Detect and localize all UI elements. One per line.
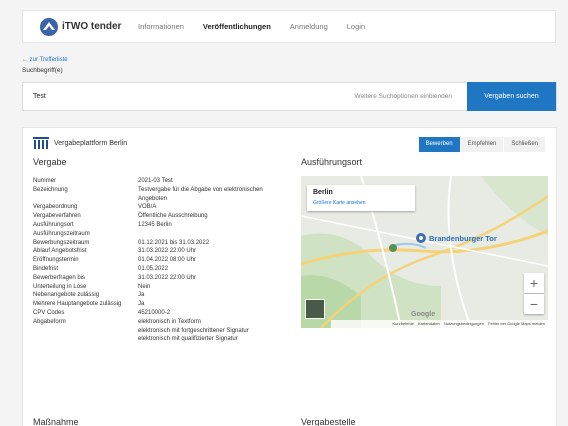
detail-row: Unterteilung in Lose Nein: [33, 283, 303, 292]
more-search-options-link[interactable]: Weitere Suchoptionen einblenden: [355, 93, 452, 100]
detail-value: Nein: [138, 283, 151, 290]
detail-row: Bindefrist 01.05.2022: [33, 265, 303, 274]
detail-row: Abgabeform elektronisch in Textform: [33, 318, 303, 327]
google-logo: Google: [411, 311, 436, 318]
detail-row: Ausführungsort 12345 Berlin: [33, 221, 303, 230]
top-navbar: iTWO tender Informationen Veröffentlichu…: [22, 10, 556, 43]
detail-key: Ablauf Angebotsfrist: [33, 248, 87, 255]
detail-value: Testvergabe für die Abgabe von elektroni…: [138, 186, 263, 193]
section-title-vergabestelle: Vergabestelle: [301, 417, 356, 426]
detail-row: Eröffnungstermin 01.04.2022 08:00 Uhr: [33, 256, 303, 265]
detail-key: Bezeichnung: [33, 186, 68, 193]
detail-key: Vergabeordnung: [33, 204, 78, 211]
map-shortcuts-link[interactable]: Kurzbefehle: [393, 321, 414, 326]
map-terms-link[interactable]: Nutzungsbedingungen: [444, 321, 484, 326]
detail-value: 31.03.2022 22:00 Uhr: [138, 274, 197, 281]
map-footer: Kurzbefehle Kartendaten Nutzungsbedingun…: [331, 320, 548, 328]
detail-value: elektronisch mit fortgeschrittener Signa…: [138, 327, 249, 334]
platform-name: Vergabeplattform Berlin: [54, 140, 128, 147]
detail-key: [33, 335, 138, 344]
detail-key: Nebenangebote zulässig: [33, 292, 100, 299]
map-popup-title: Berlin: [313, 189, 333, 196]
detail-key: Bewerbungszeitraum: [33, 239, 90, 246]
detail-key: CPV Codes: [33, 309, 65, 316]
tender-card: Vergabeplattform Berlin Bewerben Empfehl…: [22, 127, 557, 426]
detail-row: Bezeichnung Testvergabe für die Abgabe vo…: [33, 186, 303, 195]
nav-veroeffentlichungen[interactable]: Veröffentlichungen: [203, 22, 271, 31]
detail-value: Ja: [138, 301, 145, 308]
recommend-button[interactable]: Empfehlen: [460, 137, 504, 152]
detail-key: Bindefrist: [33, 265, 59, 272]
nav-informationen[interactable]: Informationen: [138, 22, 184, 31]
detail-row: Vergabeordnung VOB/A: [33, 203, 303, 212]
close-button[interactable]: Schließen: [504, 137, 545, 152]
detail-row: Nebenangebote zulässig Ja: [33, 291, 303, 300]
map-marker-label: Brandenburger Tor: [429, 234, 497, 243]
search-button[interactable]: Vergaben suchen: [467, 82, 556, 111]
detail-value: [138, 230, 303, 239]
detail-row: Vergabeverfahren Öffentliche Ausschreibun…: [33, 212, 303, 221]
detail-value: Öffentliche Ausschreibung: [138, 213, 208, 220]
search-bar: Test Weitere Suchoptionen einblenden Ver…: [22, 82, 557, 111]
detail-key: Ausführungszeitraum: [33, 230, 90, 237]
detail-value: 01.05.2022: [138, 265, 169, 272]
action-buttons: Bewerben Empfehlen Schließen: [418, 137, 545, 152]
detail-key: [33, 327, 138, 336]
section-title-massnahme: Maßnahme: [33, 417, 79, 426]
detail-key: Unterteilung in Lose: [33, 283, 87, 290]
detail-key: [33, 195, 138, 204]
detail-row: Angeboten: [33, 195, 303, 204]
detail-key: Eröffnungstermin: [33, 257, 79, 264]
nav-anmeldung[interactable]: Anmeldung: [290, 22, 328, 31]
detail-key: Bewerberfragen bis: [33, 274, 86, 281]
detail-row: elektronisch mit qualifizierter Signatur: [33, 335, 303, 344]
detail-value: 2021-03 Test: [138, 178, 173, 184]
zoom-in-button[interactable]: +: [524, 273, 544, 293]
back-to-results-link[interactable]: ← zur Trefferliste: [22, 57, 68, 63]
detail-row: elektronisch mit fortgeschrittener Signa…: [33, 327, 303, 336]
detail-value: 01.12.2021 bis 31.03.2022: [138, 239, 210, 246]
satellite-toggle[interactable]: [305, 299, 325, 319]
detail-value: 45210000-2: [138, 309, 171, 316]
detail-row: Ausführungszeitraum: [33, 230, 303, 239]
map-report-link[interactable]: Fehler bei Google Maps melden: [488, 321, 545, 326]
detail-value: 12345 Berlin: [138, 221, 172, 228]
section-title-ausfuehrungsort: Ausführungsort: [301, 157, 363, 167]
nav-login[interactable]: Login: [347, 22, 365, 31]
zoom-out-button[interactable]: −: [524, 294, 544, 314]
detail-key: Vergabeverfahren: [33, 213, 81, 220]
search-label: Suchbegriff(e): [22, 67, 63, 74]
berlin-building-icon: [33, 137, 49, 149]
section-title-vergabe: Vergabe: [33, 157, 67, 167]
detail-row: Bewerbungszeitraum 01.12.2021 bis 31.03.2…: [33, 239, 303, 248]
brand-name: iTWO tender: [62, 21, 122, 32]
detail-key: Nummer: [33, 178, 57, 184]
detail-row: CPV Codes 45210000-2: [33, 309, 303, 318]
detail-value: elektronisch in Textform: [138, 318, 201, 325]
detail-value: 01.04.2022 08:00 Uhr: [138, 257, 197, 264]
detail-value: Ja: [138, 292, 145, 299]
map-info-popup: Berlin Größere Karte ansehen: [307, 185, 415, 211]
location-map[interactable]: Berlin Größere Karte ansehen Brandenburg…: [301, 176, 548, 328]
apply-button[interactable]: Bewerben: [418, 137, 460, 152]
detail-row: Nummer 2021-03 Test: [33, 177, 303, 186]
detail-value: Angeboten: [138, 195, 168, 202]
itwo-logo-icon: [40, 17, 58, 36]
detail-key: Mehrere Hauptangebote zulässig: [33, 301, 122, 308]
brand-logo[interactable]: iTWO tender: [39, 17, 133, 37]
detail-key: Ausführungsort: [33, 221, 74, 228]
larger-map-link[interactable]: Größere Karte ansehen: [313, 200, 366, 206]
tender-details-list: Nummer 2021-03 Test Bezeichnung Testvergabe…: [33, 177, 303, 344]
detail-value: VOB/A: [138, 204, 157, 211]
map-data-link[interactable]: Kartendaten: [418, 321, 440, 326]
detail-row: Bewerberfragen bis 31.03.2022 22:00 Uhr: [33, 274, 303, 283]
detail-row: Mehrere Hauptangebote zulässig Ja: [33, 300, 303, 309]
detail-value: 31.03.2022 22:00 Uhr: [138, 248, 197, 255]
detail-key: Abgabeform: [33, 318, 66, 325]
platform-header: Vergabeplattform Berlin: [33, 137, 127, 150]
search-input[interactable]: Test: [33, 93, 46, 100]
detail-row: Ablauf Angebotsfrist 31.03.2022 22:00 Uhr: [33, 247, 303, 256]
detail-value: elektronisch mit qualifizierter Signatur: [138, 336, 238, 343]
